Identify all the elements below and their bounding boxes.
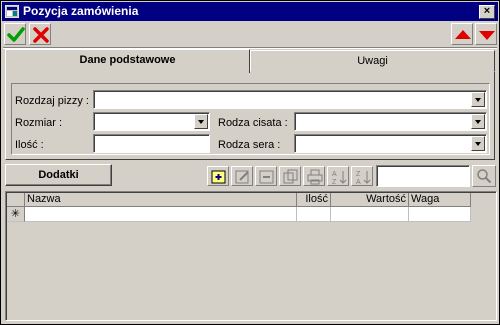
tab-label: Dane podstawowe: [79, 54, 176, 66]
title-bar[interactable]: Pozycja zamówienia ×: [2, 2, 498, 21]
sort-descending-button[interactable]: Z A: [351, 166, 373, 186]
checkmark-icon: [7, 27, 25, 42]
copy-record-icon: [283, 169, 298, 184]
arrow-down-icon: [479, 31, 495, 40]
next-record-button[interactable]: [475, 23, 497, 45]
previous-record-button[interactable]: [451, 23, 473, 45]
print-button[interactable]: [303, 166, 325, 186]
sort-ascending-icon: A Z: [332, 171, 347, 185]
add-record-icon: [211, 170, 226, 184]
search-icon: [477, 169, 492, 184]
asterisk-icon: ✳: [10, 208, 21, 220]
delete-record-button[interactable]: [255, 166, 277, 186]
rozmiar-label: Rozmiar :: [15, 117, 63, 129]
column-header-wartosc[interactable]: Wartość: [331, 193, 409, 207]
window-title: Pozycja zamówienia: [23, 4, 139, 18]
column-header-nazwa[interactable]: Nazwa: [25, 193, 297, 207]
rodzaj-sera-label: Rodza sera :: [218, 139, 281, 151]
arrow-up-icon: [455, 30, 471, 39]
add-record-button[interactable]: [207, 166, 229, 186]
accept-button[interactable]: [4, 23, 26, 45]
chevron-down-icon[interactable]: [194, 114, 208, 129]
dialog-window: Pozycja zamówienia × Dane podstawowe Uwa…: [0, 0, 500, 325]
sort-ascending-button[interactable]: A Z: [327, 166, 349, 186]
search-button[interactable]: [472, 165, 496, 187]
x-cross-icon: [33, 27, 49, 43]
copy-record-button[interactable]: [279, 166, 301, 186]
chevron-down-icon[interactable]: [471, 136, 485, 151]
dodatki-button[interactable]: Dodatki: [5, 164, 112, 186]
table-row-cell-waga[interactable]: [409, 207, 471, 222]
close-button[interactable]: ×: [479, 5, 495, 19]
tab-dane-podstawowe[interactable]: Dane podstawowe: [5, 49, 250, 73]
chevron-down-icon[interactable]: [471, 92, 485, 107]
grid-corner: [7, 193, 25, 207]
delete-record-icon: [259, 170, 274, 184]
tab-uwagi[interactable]: Uwagi: [250, 50, 495, 72]
rodzaj-ciasta-label: Rodza cisata :: [218, 117, 288, 129]
dodatki-label: Dodatki: [38, 169, 79, 181]
table-row-cell-wartosc[interactable]: [331, 207, 409, 222]
column-header-waga[interactable]: Waga: [409, 193, 471, 207]
rodzaj-ciasta-combo[interactable]: [294, 112, 487, 131]
rodzaj-sera-combo[interactable]: [294, 134, 487, 153]
search-input[interactable]: [376, 165, 470, 187]
rodzaj-pizzy-label: Rozdzaj pizzy :: [15, 95, 89, 107]
edit-record-icon: [235, 170, 249, 184]
ilosc-input[interactable]: [93, 134, 210, 153]
ilosc-label: Ilość :: [15, 139, 44, 151]
close-icon: ×: [483, 5, 491, 17]
svg-text:A: A: [356, 179, 361, 185]
table-row-cell-nazwa[interactable]: [25, 207, 297, 222]
rodzaj-pizzy-combo[interactable]: [93, 90, 487, 109]
tab-label: Uwagi: [357, 55, 388, 67]
sort-descending-icon: Z A: [356, 171, 371, 185]
chevron-down-icon[interactable]: [471, 114, 485, 129]
edit-record-button[interactable]: [231, 166, 253, 186]
new-row-indicator: ✳: [7, 207, 25, 222]
column-header-ilosc[interactable]: Ilość: [297, 193, 331, 207]
svg-text:A: A: [332, 171, 337, 178]
app-window-icon: [5, 5, 19, 18]
print-icon: [307, 169, 323, 185]
cancel-button[interactable]: [29, 23, 51, 45]
svg-text:Z: Z: [356, 171, 361, 178]
svg-text:Z: Z: [332, 179, 337, 185]
table-row-cell-ilosc[interactable]: [297, 207, 331, 222]
rozmiar-combo[interactable]: [93, 112, 210, 131]
